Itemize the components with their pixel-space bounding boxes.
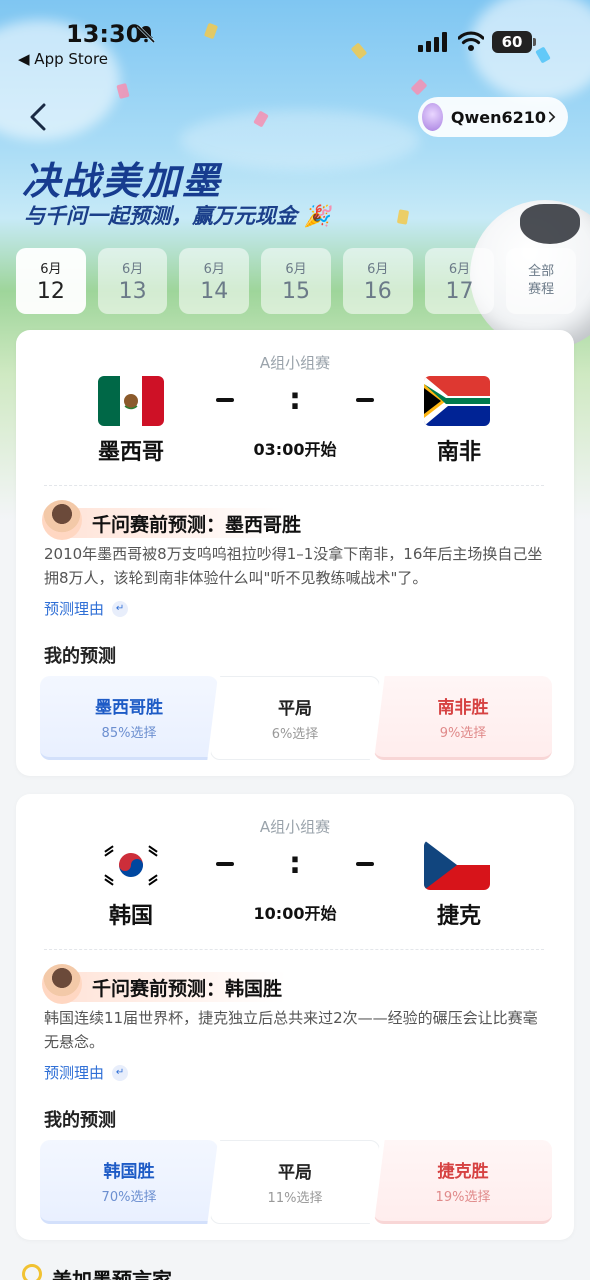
prediction-options: 墨西哥胜 85%选择 平局 6%选择 南非胜 9%选择 [40,676,552,762]
cellular-signal-icon [418,32,447,52]
option-label: 韩国胜 [103,1161,155,1182]
date-tab-6-17[interactable]: 6月 17 [424,248,495,314]
return-arrow-icon: ↵ [112,1064,129,1081]
bell-muted-icon [136,24,156,44]
avatar [422,103,443,131]
option-percent: 11%选择 [267,1191,323,1206]
date-tab-day: 15 [282,279,311,304]
date-tab-6-16[interactable]: 6月 16 [342,248,413,314]
user-name: Qwen6210 [450,107,547,127]
option-away-win[interactable]: 南非胜 9%选择 [374,676,552,760]
ai-prediction-header: 千问赛前预测：墨西哥胜 [42,500,552,540]
match-start-time: 10:00开始 [253,904,337,923]
home-team-name: 韩国 [108,904,153,929]
date-tab-month: 6月 [40,262,62,277]
wifi-icon [458,31,484,51]
prediction-reason-label: 预测理由 [44,600,105,618]
date-tab-6-13[interactable]: 6月 13 [97,248,168,314]
prediction-reason-link[interactable]: 预测理由 ↵ [44,598,129,619]
divider [44,949,544,950]
status-time: 13:30 [66,20,143,48]
ai-avatar [42,500,82,540]
date-tab-day: 12 [36,279,65,304]
match-group-label: A组小组赛 [259,354,331,372]
ai-avatar [42,964,82,1004]
ai-prediction-title: 千问赛前预测：韩国胜 [92,978,283,1000]
option-percent: 19%选择 [435,1189,491,1205]
date-tab-day: 14 [200,279,229,304]
option-percent: 9%选择 [439,725,487,741]
ai-prediction-title: 千问赛前预测：墨西哥胜 [92,514,302,536]
option-label: 平局 [278,1163,312,1183]
prediction-reason-link[interactable]: 预测理由 ↵ [44,1062,129,1083]
prophet-section-header: 美加墨预言家 [22,1258,172,1280]
prediction-options: 韩国胜 70%选择 平局 11%选择 捷克胜 19%选择 [40,1140,552,1226]
score-separator: : [289,846,301,881]
option-away-win[interactable]: 捷克胜 19%选择 [374,1140,552,1224]
south-korea-flag-icon [98,840,164,890]
away-score-placeholder [356,861,374,866]
date-tab-all-line1: 全部 [528,264,555,279]
away-score-placeholder [356,397,374,402]
match-start-time: 03:00开始 [253,440,337,459]
date-tab-6-12[interactable]: 6月 12 [16,248,86,314]
chevron-right-icon [548,111,556,123]
option-label: 南非胜 [437,697,489,718]
away-team-name: 南非 [436,440,481,465]
home-team-name: 墨西哥 [97,440,164,465]
divider [44,485,544,486]
date-tab-month: 6月 [448,262,471,277]
date-tab-day: 17 [445,279,474,304]
option-label: 平局 [278,699,312,719]
option-draw[interactable]: 平局 6%选择 [210,676,380,760]
score-separator: : [289,382,301,417]
ai-prediction-header: 千问赛前预测：韩国胜 [42,964,552,1004]
my-prediction-label: 我的预测 [44,646,116,667]
option-label: 墨西哥胜 [95,697,163,718]
date-tab-month: 6月 [285,262,307,277]
date-tab-month: 6月 [121,262,144,277]
match-score: : [216,382,374,417]
option-percent: 70%选择 [101,1189,157,1205]
lightbulb-icon [22,1264,42,1280]
option-percent: 85%选择 [101,725,157,741]
page-title: 决战美加墨 [22,159,223,203]
czech-flag-icon [424,840,490,890]
date-tab-day: 13 [118,279,147,304]
my-prediction-label: 我的预测 [44,1110,116,1131]
back-chevron-icon[interactable] [26,102,50,132]
mexico-flag-icon [98,376,164,426]
return-arrow-icon: ↵ [112,600,129,617]
date-tab-all-line2: 赛程 [528,282,555,297]
south-africa-flag-icon [424,376,490,426]
ai-prediction-text: 韩国连续11届世界杯，捷克独立后总共来过2次——经验的碾压会让比赛毫无悬念。 [44,1009,538,1051]
home-score-placeholder [216,861,234,866]
date-tab-month: 6月 [203,262,225,277]
option-home-win[interactable]: 墨西哥胜 85%选择 [40,676,218,760]
match-card: A组小组赛 : 韩国 10:00开始 捷克 千问赛前预测：韩国胜 韩国连续11届… [16,794,574,1240]
match-score: : [216,846,374,881]
home-score-placeholder [216,397,234,402]
back-to-app-store[interactable]: ◀ App Store [18,50,108,68]
option-percent: 6%选择 [271,727,319,742]
user-profile-chip[interactable]: Qwen6210 [418,97,568,137]
away-team-name: 捷克 [436,904,481,929]
match-group-label: A组小组赛 [259,818,331,836]
date-tab-day: 16 [363,279,392,304]
option-label: 捷克胜 [437,1161,489,1182]
prediction-reason-label: 预测理由 [44,1064,105,1082]
match-card: A组小组赛 : 墨西哥 03:00开始 南非 千问赛前预测：墨西哥胜 2010年… [16,330,574,776]
ai-prediction-text: 2010年墨西哥被8万支呜呜祖拉吵得1–1没拿下南非，16年后主场换自己坐拥8万… [44,545,543,587]
page-subtitle: 与千问一起预测，赢万元现金 🎉 [24,204,331,228]
date-tab-6-14[interactable]: 6月 14 [179,248,250,314]
date-tab-all-schedule[interactable]: 全部 赛程 [506,248,577,314]
battery-indicator: 60 [492,31,536,53]
status-bar: 13:30 ◀ App Store 60 [0,0,590,70]
option-home-win[interactable]: 韩国胜 70%选择 [40,1140,218,1224]
date-tab-6-15[interactable]: 6月 15 [261,248,331,314]
date-tabs: 6月 12 6月 13 6月 14 6月 15 6月 16 6月 17 全部 赛… [16,248,577,316]
date-tab-month: 6月 [367,262,389,277]
section-title: 美加墨预言家 [52,1268,172,1280]
option-draw[interactable]: 平局 11%选择 [210,1140,380,1224]
